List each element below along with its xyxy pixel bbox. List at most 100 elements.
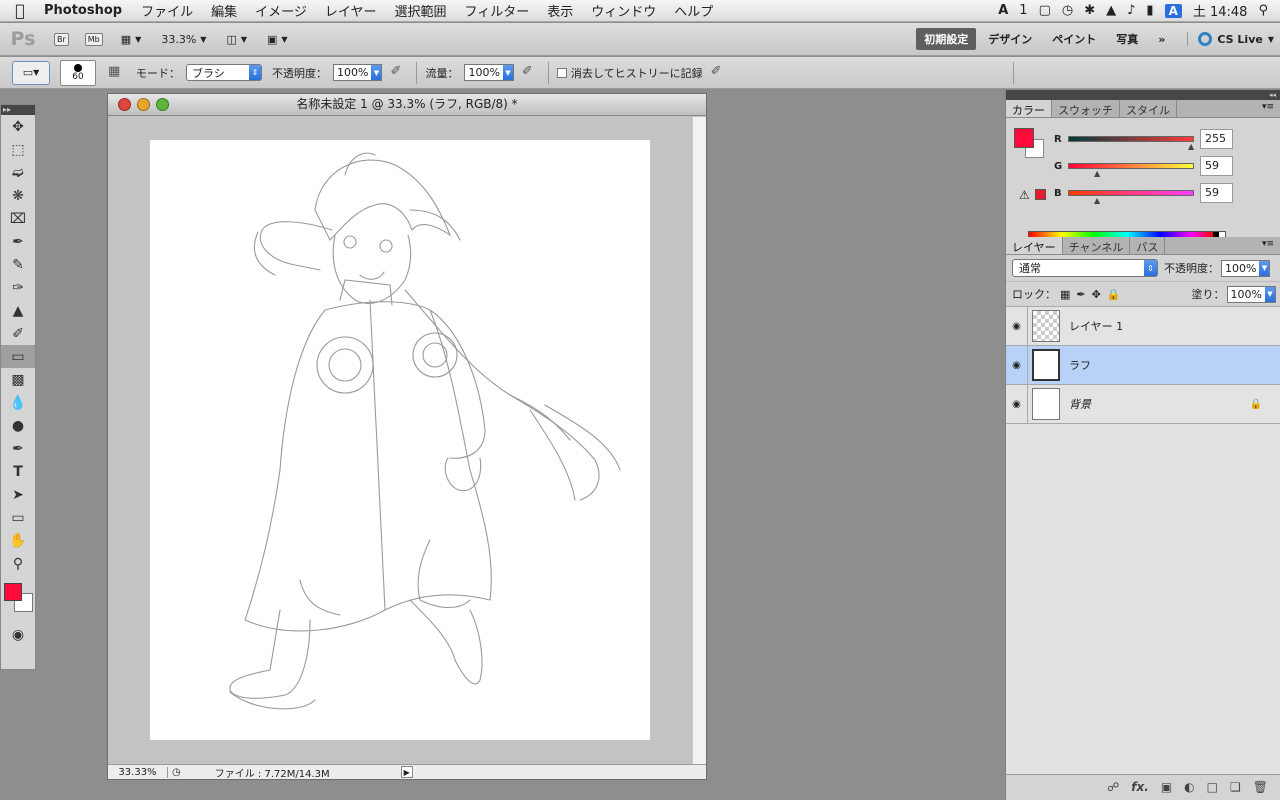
crop-icon[interactable]: ⌧	[1, 207, 35, 230]
history-brush-icon[interactable]: ✐	[1, 322, 35, 345]
workspace-design[interactable]: デザイン	[980, 28, 1040, 50]
marquee-icon[interactable]: ⬚	[1, 138, 35, 161]
gradient-icon[interactable]: ▩	[1, 368, 35, 391]
hand-icon[interactable]: ✋	[1, 529, 35, 552]
menu-select[interactable]: 選択範囲	[386, 1, 456, 20]
zoom-window-icon[interactable]	[156, 98, 169, 111]
fill-field[interactable]: 100% ▼	[1226, 285, 1276, 303]
blend-mode-select[interactable]: 通常 ⇕	[1012, 259, 1158, 277]
g-slider[interactable]: ▲	[1068, 163, 1194, 178]
status-menu-icon[interactable]: ▶	[400, 766, 413, 778]
fx-icon[interactable]: fx.	[1131, 780, 1149, 794]
pressure-opacity-icon[interactable]: ✐	[390, 64, 408, 82]
screen-mode-dropdown[interactable]: ▣ ▼	[267, 33, 288, 46]
brush-preset-picker[interactable]: 60	[60, 59, 96, 86]
panel-collapse-handle[interactable]: ▸▸	[1, 105, 35, 115]
layer-row[interactable]: ◉ レイヤー 1	[1006, 307, 1280, 346]
status-zoom[interactable]: 33.33%	[108, 766, 168, 778]
eye-icon[interactable]: ◉	[1006, 346, 1028, 384]
adjustment-icon[interactable]: ◐	[1184, 780, 1194, 794]
gamut-color-swatch[interactable]	[1035, 189, 1046, 200]
new-layer-icon[interactable]: ❏	[1230, 780, 1241, 794]
adobe-status-icon[interactable]: A	[998, 3, 1008, 18]
brush-icon[interactable]: ✑	[1, 276, 35, 299]
eraser-icon[interactable]: ▭	[1, 345, 35, 368]
eye-icon[interactable]: ◉	[1006, 307, 1028, 345]
lock-position-icon[interactable]: ✥	[1092, 288, 1101, 301]
panel-menu-icon[interactable]: ▾≡	[1256, 237, 1280, 254]
r-value[interactable]: 255	[1200, 129, 1233, 149]
tab-paths[interactable]: パス	[1130, 237, 1166, 254]
window-icon[interactable]: ▢	[1039, 3, 1051, 18]
layer-row[interactable]: ◉ ラフ	[1006, 346, 1280, 385]
shape-icon[interactable]: ▭	[1, 506, 35, 529]
path-select-icon[interactable]: ➤	[1, 483, 35, 506]
panel-collapse-handle[interactable]: ◂◂	[1006, 90, 1280, 100]
canvas-area[interactable]	[108, 117, 692, 765]
mode-select[interactable]: ブラシ ⇕	[186, 64, 262, 81]
pressure-size-icon[interactable]: ✐	[711, 64, 729, 82]
tab-layers[interactable]: レイヤー	[1006, 237, 1063, 254]
layer-opacity-field[interactable]: 100% ▼	[1221, 259, 1271, 277]
close-icon[interactable]	[118, 98, 131, 111]
group-icon[interactable]: □	[1207, 780, 1218, 794]
link-icon[interactable]: ☍	[1107, 780, 1119, 794]
apple-menu-icon[interactable]: 	[0, 1, 40, 20]
extras-dropdown[interactable]: ▦ ▼	[121, 33, 142, 46]
time-machine-icon[interactable]: ◷	[1062, 3, 1073, 18]
healing-brush-icon[interactable]: ✎	[1, 253, 35, 276]
input-method-icon[interactable]: A	[1164, 3, 1182, 18]
layer-row[interactable]: ◉ 背景 🔒	[1006, 385, 1280, 424]
tab-styles[interactable]: スタイル	[1120, 100, 1177, 117]
blur-icon[interactable]: 💧	[1, 391, 35, 414]
r-slider[interactable]: ▲	[1068, 136, 1194, 151]
bluetooth-icon[interactable]: ✱	[1084, 3, 1095, 18]
menu-filter[interactable]: フィルター	[456, 1, 539, 20]
canvas[interactable]	[150, 140, 650, 740]
brush-panel-toggle-icon[interactable]: ▦	[108, 64, 126, 82]
mini-bridge-button[interactable]: Mb	[84, 32, 103, 46]
minimize-icon[interactable]	[137, 98, 150, 111]
arrange-dropdown[interactable]: ◫ ▼	[226, 33, 247, 46]
workspace-essentials[interactable]: 初期設定	[916, 28, 977, 50]
wifi-icon[interactable]: ▲	[1106, 3, 1116, 18]
foreground-color-swatch[interactable]	[1014, 128, 1034, 148]
flow-field[interactable]: 100% ▼	[464, 64, 514, 81]
menu-window[interactable]: ウィンドウ	[582, 1, 665, 20]
cs-live-button[interactable]: CS Live ▼	[1187, 32, 1274, 46]
type-icon[interactable]: T	[1, 460, 35, 483]
airbrush-icon[interactable]: ✐	[522, 64, 540, 82]
erase-history-checkbox[interactable]	[556, 67, 567, 78]
slider-thumb[interactable]: ▲	[1188, 142, 1194, 151]
menu-layer[interactable]: レイヤー	[316, 1, 386, 20]
menu-edit[interactable]: 編集	[202, 1, 246, 20]
status-doc-icon[interactable]: ◷	[172, 767, 181, 778]
b-value[interactable]: 59	[1200, 183, 1233, 203]
tool-preset-picker[interactable]: ▭ ▼	[12, 60, 50, 85]
zoom-icon[interactable]: ⚲	[1, 552, 35, 575]
lock-all-icon[interactable]: 🔒	[1107, 288, 1121, 301]
slider-thumb[interactable]: ▲	[1094, 169, 1100, 178]
tab-channels[interactable]: チャンネル	[1063, 237, 1131, 254]
lasso-icon[interactable]: ➫	[1, 161, 35, 184]
trash-icon[interactable]: 🗑	[1253, 780, 1268, 794]
foreground-color-swatch[interactable]	[4, 583, 22, 601]
eye-icon[interactable]: ◉	[1006, 385, 1028, 423]
document-titlebar[interactable]: 名称未設定 1 @ 33.3% (ラフ, RGB/8) *	[108, 94, 706, 116]
lock-transparency-icon[interactable]: ▦	[1060, 288, 1070, 301]
zoom-dropdown[interactable]: 33.3% ▼	[161, 33, 206, 46]
dodge-icon[interactable]: ●	[1, 414, 35, 437]
more-workspaces-button[interactable]: »	[1150, 30, 1173, 49]
menu-view[interactable]: 表示	[538, 1, 582, 20]
app-menu[interactable]: Photoshop	[40, 3, 132, 18]
eyedropper-icon[interactable]: ✒	[1, 230, 35, 253]
battery-icon[interactable]: ▮	[1146, 3, 1153, 18]
clone-stamp-icon[interactable]: ▲	[1, 299, 35, 322]
mask-icon[interactable]: ▣	[1161, 780, 1172, 794]
bridge-button[interactable]: Br	[54, 32, 69, 46]
quick-select-icon[interactable]: ❋	[1, 184, 35, 207]
gamut-warning-icon[interactable]: ⚠	[1019, 188, 1030, 202]
move-icon[interactable]: ✥	[1, 115, 35, 138]
quick-mask-icon[interactable]: ◉	[1, 623, 35, 646]
b-slider[interactable]: ▲	[1068, 190, 1194, 205]
